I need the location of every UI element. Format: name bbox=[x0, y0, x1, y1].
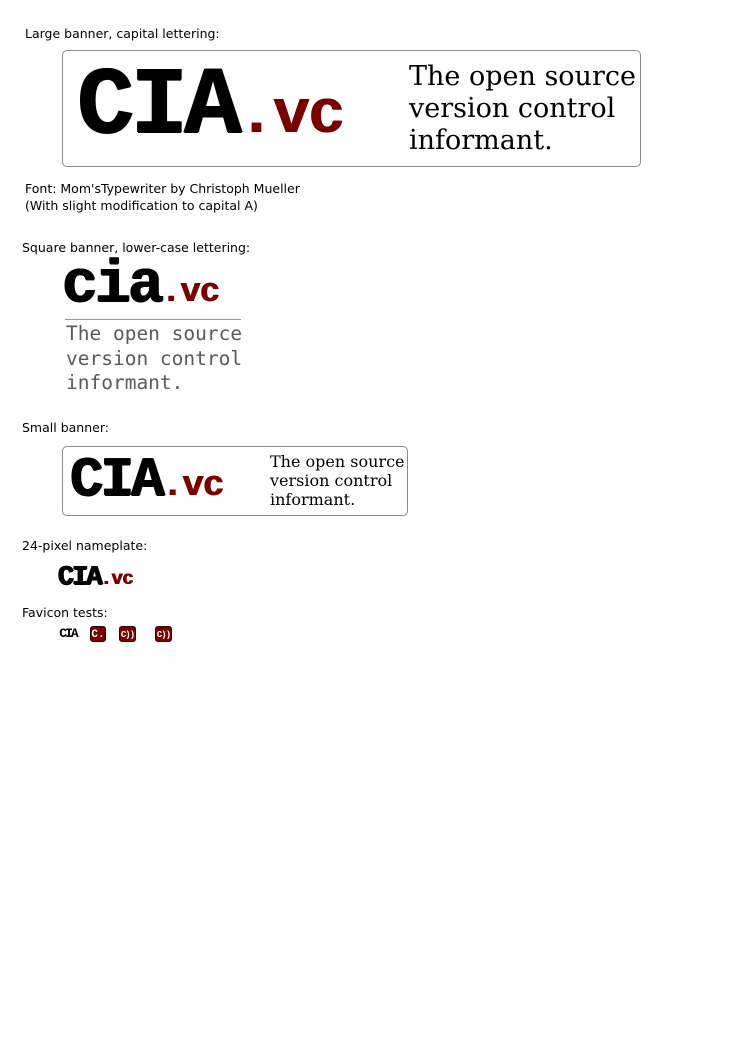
logo-main-text: cia bbox=[62, 252, 164, 320]
logo-suffix-text: .vc bbox=[161, 465, 225, 506]
logo-suffix-text: .vc bbox=[100, 568, 134, 590]
large-banner-tagline: The open source version control informan… bbox=[409, 61, 636, 156]
large-banner-caption: Large banner, capital lettering: bbox=[25, 26, 220, 41]
square-banner-divider bbox=[65, 319, 241, 320]
small-banner: CIA.vc The open source version control i… bbox=[62, 446, 408, 516]
logo-suffix-text: .vc bbox=[237, 80, 346, 151]
font-credit-line-2: (With slight modification to capital A) bbox=[25, 198, 258, 213]
small-banner-caption: Small banner: bbox=[22, 420, 109, 435]
large-banner: CIA.vc The open source version control i… bbox=[62, 50, 641, 167]
square-banner: cia.vc The open source version control i… bbox=[62, 256, 252, 396]
font-credit-line-1: Font: Mom'sTypewriter by Christoph Muell… bbox=[25, 181, 300, 196]
logo-main-text: CIA bbox=[70, 448, 165, 512]
logo-main-text: CIA bbox=[77, 52, 242, 161]
favicon-cia: CIA bbox=[59, 626, 78, 641]
favicon-c-waves-alt: C)) bbox=[155, 626, 172, 642]
square-banner-logo: cia.vc bbox=[62, 256, 220, 316]
logo-suffix-text: .vc bbox=[161, 274, 220, 312]
nameplate-logo: CIA.vc bbox=[58, 563, 134, 593]
small-banner-tagline: The open source version control informan… bbox=[270, 452, 405, 509]
nameplate-caption: 24-pixel nameplate: bbox=[22, 538, 148, 553]
large-banner-logo: CIA.vc bbox=[77, 59, 346, 155]
favicon-c-dot: C. bbox=[90, 626, 106, 642]
small-banner-logo: CIA.vc bbox=[70, 452, 225, 508]
square-banner-tagline: The open source version control informan… bbox=[66, 322, 243, 394]
favicon-caption: Favicon tests: bbox=[22, 605, 108, 620]
logo-main-text: CIA bbox=[58, 563, 103, 593]
favicon-c-waves: C)) bbox=[119, 626, 136, 642]
